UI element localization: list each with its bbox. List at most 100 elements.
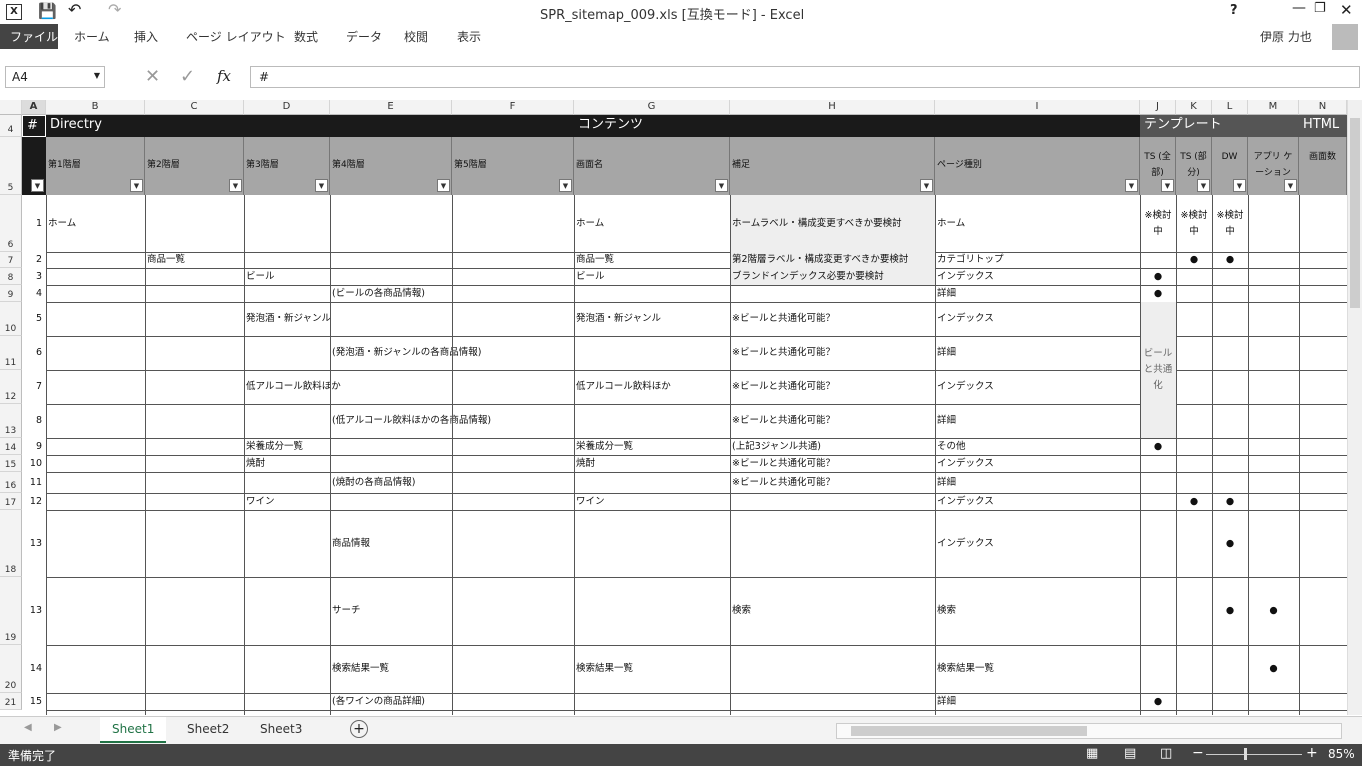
column-header-I[interactable]: I: [935, 100, 1140, 115]
check-mark: ●: [1153, 440, 1163, 452]
cell-g: 焼酎: [576, 457, 596, 469]
tab-review[interactable]: 校閲: [404, 28, 428, 45]
name-box[interactable]: A4 ▼: [5, 66, 105, 88]
cell-i: インデックス: [937, 537, 994, 549]
column-header-G[interactable]: G: [574, 100, 730, 115]
column-header-J[interactable]: J: [1140, 100, 1176, 115]
page-layout-view-icon[interactable]: ▤: [1124, 746, 1136, 761]
user-name[interactable]: 伊原 力也: [1260, 28, 1312, 45]
cell-i: インデックス: [937, 495, 994, 507]
row-header-17[interactable]: 17: [0, 493, 22, 510]
row-header-9[interactable]: 9: [0, 285, 22, 302]
row-header-16[interactable]: 16: [0, 472, 22, 493]
column-header-L[interactable]: L: [1212, 100, 1248, 115]
filter-button-c[interactable]: ▼: [229, 179, 242, 192]
cell-b: ホーム: [48, 217, 77, 229]
zoom-slider[interactable]: [1206, 748, 1302, 760]
tab-scroll-right-icon[interactable]: ▶: [54, 722, 62, 733]
filter-button-l[interactable]: ▼: [1233, 179, 1246, 192]
zoom-out-icon[interactable]: −: [1192, 745, 1204, 761]
row-header-12[interactable]: 12: [0, 370, 22, 404]
tab-view[interactable]: 表示: [457, 28, 481, 45]
select-all-corner[interactable]: [0, 100, 22, 115]
worksheet-grid[interactable]: A B C D E F G H I J K L M N 4 5 6 7 8 9 10 11 12 13 14 15 16 17 18 19…: [0, 100, 1347, 715]
horizontal-scrollbar[interactable]: [836, 723, 1342, 739]
undo-icon[interactable]: ↶: [68, 0, 81, 19]
sub-header-g: 画面名: [574, 137, 730, 195]
zoom-in-icon[interactable]: +: [1306, 745, 1318, 761]
column-header-D[interactable]: D: [244, 100, 330, 115]
column-border: [1299, 195, 1300, 715]
row-header-11[interactable]: 11: [0, 336, 22, 370]
filter-button-k[interactable]: ▼: [1197, 179, 1210, 192]
sheet-tab-2[interactable]: Sheet2: [175, 717, 241, 743]
filter-button-g[interactable]: ▼: [715, 179, 728, 192]
filter-button-f[interactable]: ▼: [559, 179, 572, 192]
save-icon[interactable]: 💾: [38, 2, 57, 20]
cell-h: ※ビールと共通化可能？: [732, 476, 835, 488]
normal-view-icon[interactable]: ▦: [1086, 746, 1098, 761]
tab-scroll-left-icon[interactable]: ◀: [24, 722, 32, 733]
column-header-M[interactable]: M: [1248, 100, 1299, 115]
new-sheet-icon[interactable]: +: [350, 720, 368, 738]
row-header-7[interactable]: 7: [0, 252, 22, 268]
column-header-C[interactable]: C: [145, 100, 244, 115]
insert-function-button[interactable]: fx: [217, 67, 231, 85]
filter-button-m[interactable]: ▼: [1284, 179, 1297, 192]
column-header-K[interactable]: K: [1176, 100, 1212, 115]
redo-icon[interactable]: ↷: [108, 0, 121, 19]
vertical-scrollbar[interactable]: [1347, 100, 1362, 715]
filter-button-a[interactable]: ▼: [31, 179, 44, 192]
tab-page-layout[interactable]: ページ レイアウト: [186, 28, 286, 45]
page-break-view-icon[interactable]: ◫: [1160, 746, 1172, 761]
h-scroll-thumb[interactable]: [851, 726, 1087, 736]
row-header-8[interactable]: 8: [0, 268, 22, 285]
scroll-thumb[interactable]: [1350, 118, 1360, 308]
filter-button-b[interactable]: ▼: [130, 179, 143, 192]
help-button[interactable]: ?: [1230, 3, 1238, 18]
row-number-cell: 9: [35, 441, 42, 452]
tab-home[interactable]: ホーム: [74, 28, 110, 45]
formula-input[interactable]: #: [250, 66, 1360, 88]
restore-icon[interactable]: ❐: [1314, 1, 1326, 16]
zoom-level[interactable]: 85%: [1328, 747, 1355, 761]
filter-button-j[interactable]: ▼: [1161, 179, 1174, 192]
column-border: [1140, 195, 1141, 715]
row-header-14[interactable]: 14: [0, 438, 22, 455]
row-header-18[interactable]: 18: [0, 510, 22, 577]
tab-formulas[interactable]: 数式: [294, 28, 318, 45]
row-header-10[interactable]: 10: [0, 302, 22, 336]
column-border: [1176, 195, 1177, 715]
column-header-F[interactable]: F: [452, 100, 574, 115]
column-header-H[interactable]: H: [730, 100, 935, 115]
row-header-13[interactable]: 13: [0, 404, 22, 438]
tab-insert[interactable]: 挿入: [134, 28, 158, 45]
filter-button-h[interactable]: ▼: [920, 179, 933, 192]
avatar[interactable]: [1332, 24, 1358, 50]
column-header-E[interactable]: E: [330, 100, 452, 115]
minimize-icon[interactable]: —: [1292, 0, 1306, 16]
filter-button-i[interactable]: ▼: [1125, 179, 1138, 192]
cancel-icon[interactable]: ✕: [145, 66, 160, 87]
column-header-A[interactable]: A: [22, 100, 46, 115]
tab-data[interactable]: データ: [346, 28, 382, 45]
row-header-21[interactable]: 21: [0, 693, 22, 710]
column-header-N[interactable]: N: [1299, 100, 1347, 115]
filter-button-d[interactable]: ▼: [315, 179, 328, 192]
enter-icon[interactable]: ✓: [180, 66, 195, 87]
formula-bar: A4 ▼ ✕ ✓ fx #: [0, 66, 1362, 92]
sheet-tab-3[interactable]: Sheet3: [248, 717, 314, 743]
close-icon[interactable]: ✕: [1340, 1, 1353, 19]
zoom-slider-thumb[interactable]: [1244, 748, 1247, 760]
row-header-20[interactable]: 20: [0, 645, 22, 693]
row-header-4[interactable]: 4: [0, 115, 22, 137]
filter-button-e[interactable]: ▼: [437, 179, 450, 192]
sheet-tab-1[interactable]: Sheet1: [100, 717, 167, 743]
cell-j: ※検討 中: [1144, 209, 1172, 237]
column-header-B[interactable]: B: [46, 100, 145, 115]
row-header-5[interactable]: 5: [0, 137, 22, 195]
row-header-6[interactable]: 6: [0, 195, 22, 252]
row-header-15[interactable]: 15: [0, 455, 22, 472]
cell-d: 栄養成分一覧: [246, 440, 304, 452]
row-header-19[interactable]: 19: [0, 577, 22, 645]
